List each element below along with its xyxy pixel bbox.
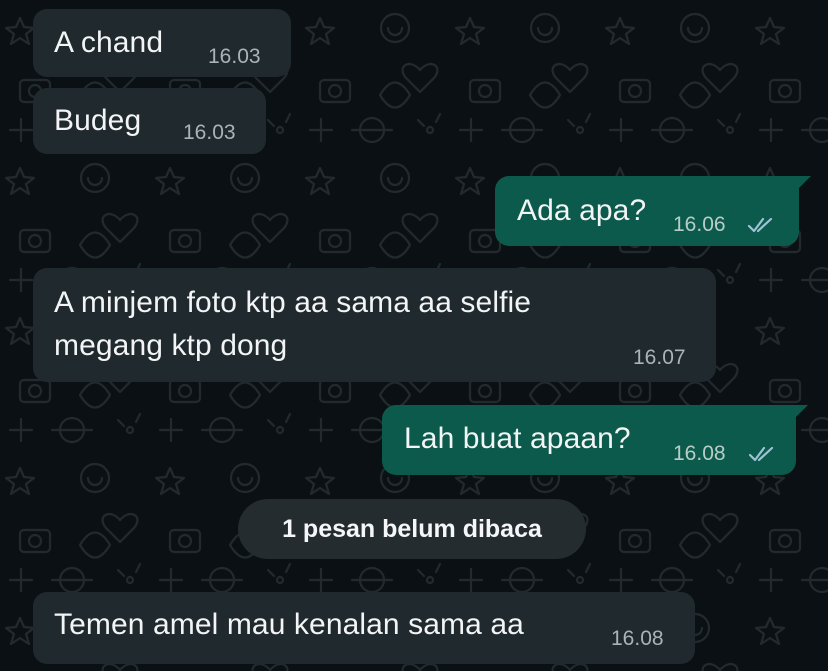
unread-messages-banner: 1 pesan belum dibaca	[238, 499, 586, 559]
message-text: Temen amel mau kenalan sama aa	[54, 608, 524, 641]
message-text: Budeg	[54, 104, 142, 137]
message-outgoing[interactable]: Ada apa? 16.06	[495, 176, 811, 246]
bubble-tail	[788, 405, 808, 425]
message-text-line-1: A minjem foto ktp aa sama aa selfie	[54, 286, 532, 319]
message-incoming[interactable]: Temen amel mau kenalan sama aa 16.08	[33, 592, 695, 664]
message-incoming[interactable]: A minjem foto ktp aa sama aa selfie mega…	[33, 268, 716, 382]
message-time: 16.06	[673, 213, 726, 236]
message-time: 16.03	[183, 121, 236, 144]
message-list[interactable]: A chand 16.03 Budeg 16.03 Ada apa? 16.06…	[0, 0, 828, 671]
double-check-icon	[748, 446, 774, 462]
message-text: Lah buat apaan?	[404, 422, 631, 455]
message-incoming[interactable]: A chand 16.03	[33, 9, 291, 77]
message-time: 16.08	[611, 627, 664, 650]
message-text: A chand	[54, 26, 164, 59]
message-text-line-2: megang ktp dong	[54, 329, 288, 362]
message-text: Ada apa?	[517, 194, 647, 227]
message-time: 16.07	[633, 346, 686, 369]
message-time: 16.03	[208, 45, 261, 68]
message-time: 16.08	[673, 442, 726, 465]
message-outgoing[interactable]: Lah buat apaan? 16.08	[382, 405, 808, 475]
message-incoming[interactable]: Budeg 16.03	[33, 88, 266, 154]
bubble-tail	[791, 176, 811, 196]
double-check-icon	[747, 217, 773, 233]
